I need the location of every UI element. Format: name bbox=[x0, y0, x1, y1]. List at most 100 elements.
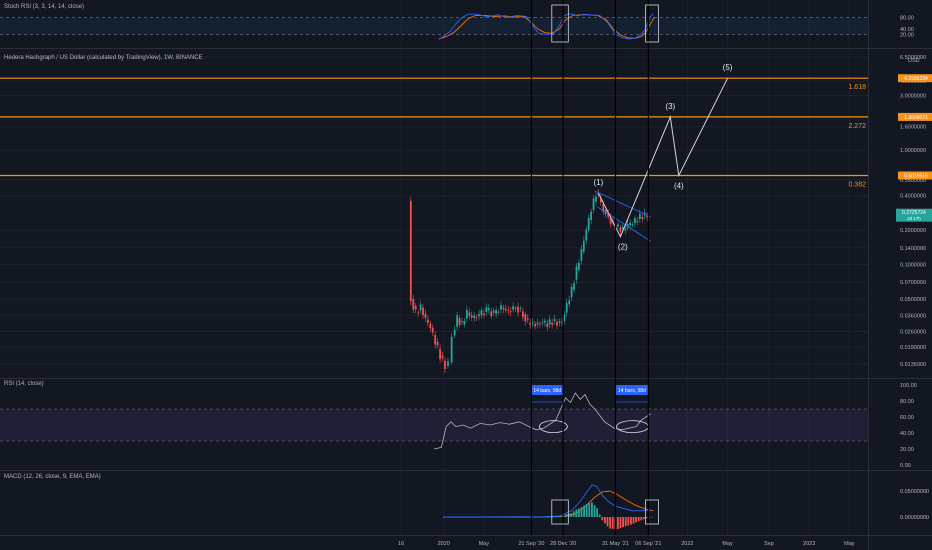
rsi-axis-tick: 40.00 bbox=[900, 431, 914, 437]
price-candle bbox=[447, 361, 449, 366]
time-axis-tick: 16 bbox=[398, 541, 404, 547]
macd-histogram-bar bbox=[515, 516, 518, 518]
chart-canvas[interactable]: 80.0040.0020.006.50000004.00000003.00000… bbox=[0, 0, 932, 550]
price-candle bbox=[492, 310, 495, 313]
macd-histogram-bar bbox=[565, 514, 567, 517]
price-candle bbox=[512, 306, 515, 310]
fib-price-tag-text: 4.2556234 bbox=[904, 76, 928, 82]
macd-histogram-bar bbox=[466, 517, 469, 518]
macd-histogram-bar bbox=[520, 516, 523, 518]
price-candle bbox=[546, 323, 549, 328]
price-candle bbox=[526, 318, 529, 320]
price-candle bbox=[490, 311, 493, 317]
macd-histogram-bar bbox=[611, 517, 614, 529]
price-candle bbox=[465, 310, 468, 319]
price-axis-tick: 3.0000000 bbox=[900, 94, 926, 100]
bars-span-label: 14 bars, 98d bbox=[533, 388, 561, 394]
price-candle bbox=[617, 224, 619, 227]
price-candle bbox=[585, 229, 588, 241]
macd-histogram-bar bbox=[632, 517, 635, 524]
macd-histogram-bar bbox=[505, 516, 508, 518]
macd-histogram-bar bbox=[559, 515, 562, 517]
macd-histogram-bar bbox=[518, 516, 521, 518]
macd-histogram-bar bbox=[593, 505, 596, 517]
wave-label: (1) bbox=[594, 178, 604, 187]
macd-histogram-bar bbox=[502, 516, 505, 518]
macd-histogram-bar bbox=[481, 516, 484, 518]
macd-histogram-bar bbox=[476, 517, 479, 518]
macd-histogram-bar bbox=[448, 517, 450, 518]
price-candle bbox=[480, 310, 483, 316]
price-candle bbox=[556, 321, 558, 326]
macd-histogram-bar bbox=[523, 516, 526, 518]
macd-histogram-bar bbox=[591, 502, 593, 517]
macd-histogram-bar bbox=[455, 517, 458, 518]
price-candle bbox=[458, 318, 461, 325]
price-candle bbox=[553, 319, 556, 322]
macd-histogram-bar bbox=[643, 517, 645, 520]
price-axis-tick: 0.1000000 bbox=[900, 263, 926, 269]
time-axis-tick: Sep bbox=[764, 541, 774, 547]
macd-histogram-bar bbox=[510, 516, 513, 518]
macd-histogram-bar bbox=[546, 516, 549, 518]
macd-histogram-bar bbox=[458, 517, 461, 518]
fib-level-label: 1.618 bbox=[848, 84, 866, 91]
time-axis-tick: May bbox=[844, 541, 855, 547]
fib-price-tag-text: 0.6019615 bbox=[904, 173, 928, 179]
time-axis-tick: May bbox=[722, 541, 733, 547]
macd-histogram-bar bbox=[624, 517, 627, 527]
stoch-axis-tick: 80.00 bbox=[900, 16, 914, 22]
macd-histogram-bar bbox=[536, 516, 539, 518]
macd-histogram-bar bbox=[580, 507, 583, 517]
macd-histogram-bar bbox=[585, 504, 588, 517]
time-axis-tick: May bbox=[479, 541, 490, 547]
macd-label: MACD (12, 26, close, 9, EMA, EMA) bbox=[4, 474, 101, 480]
price-axis-tick: 0.0500000 bbox=[900, 297, 926, 303]
macd-histogram-bar bbox=[601, 517, 604, 521]
bars-span-label: 14 bars, 98d bbox=[618, 388, 646, 394]
price-candle bbox=[478, 314, 480, 317]
price-candle bbox=[575, 266, 578, 280]
macd-histogram-bar bbox=[463, 517, 466, 518]
macd-histogram-bar bbox=[533, 516, 536, 518]
macd-histogram-bar bbox=[575, 509, 578, 517]
macd-histogram-bar bbox=[513, 516, 515, 518]
price-candle bbox=[570, 287, 573, 298]
macd-histogram-bar bbox=[442, 517, 445, 518]
price-candle bbox=[453, 329, 456, 336]
price-candle bbox=[592, 198, 595, 210]
macd-histogram-bar bbox=[549, 516, 552, 518]
price-candle bbox=[624, 228, 627, 231]
macd-histogram-bar bbox=[471, 517, 474, 518]
macd-histogram-bar bbox=[572, 511, 575, 517]
macd-histogram-bar bbox=[650, 516, 653, 518]
rsi-axis-tick: 60.00 bbox=[900, 415, 914, 421]
price-candle bbox=[495, 309, 498, 314]
price-axis-tick: 0.4000000 bbox=[900, 194, 926, 200]
price-candle bbox=[536, 322, 539, 325]
price-candle bbox=[436, 342, 439, 346]
price-candle bbox=[463, 320, 466, 325]
time-axis-tick: 2022 bbox=[681, 541, 693, 547]
macd-histogram-bar bbox=[622, 517, 625, 528]
macd-histogram-bar bbox=[606, 517, 609, 527]
price-candle bbox=[444, 360, 446, 370]
price-candle bbox=[539, 323, 541, 325]
price-candle bbox=[641, 217, 644, 219]
price-candle bbox=[504, 308, 507, 311]
macd-histogram-bar bbox=[640, 517, 643, 521]
macd-histogram-bar bbox=[619, 517, 622, 529]
price-candle bbox=[551, 322, 554, 325]
macd-histogram-bar bbox=[604, 517, 606, 524]
macd-histogram-bar bbox=[609, 517, 612, 529]
price-candle bbox=[565, 302, 568, 313]
time-axis-tick: 21 Sep '20 bbox=[518, 541, 544, 547]
price-pane-label: Hedera Hashgraph / US Dollar (calculated… bbox=[4, 55, 203, 61]
macd-histogram-bar bbox=[596, 508, 599, 517]
rsi-axis-tick: 0.00 bbox=[900, 463, 911, 469]
macd-histogram-bar bbox=[557, 516, 560, 517]
price-candle bbox=[483, 313, 485, 316]
time-axis-tick: 2020 bbox=[438, 541, 450, 547]
price-candle bbox=[497, 311, 500, 313]
wave-label: (4) bbox=[674, 181, 684, 190]
